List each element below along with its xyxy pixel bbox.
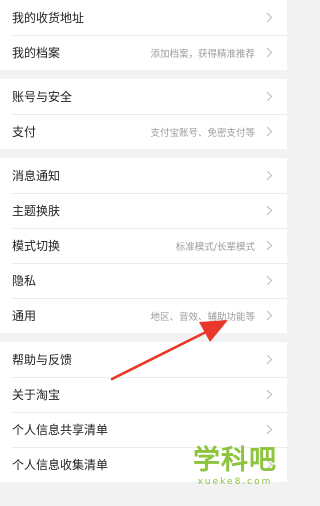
settings-item-label: 关于淘宝: [12, 388, 61, 402]
settings-item-label: 隐私: [12, 274, 37, 288]
chevron-right-icon: [263, 169, 275, 183]
chevron-right-icon: [263, 353, 275, 367]
settings-item-privacy[interactable]: 隐私: [0, 263, 287, 298]
settings-item-payment[interactable]: 支付 支付宝账号、免密支付等: [0, 114, 287, 149]
settings-item-hint: 添加档案，获得精准推荐: [150, 48, 255, 60]
settings-item-general[interactable]: 通用 地区、音效、辅助功能等: [0, 298, 287, 333]
settings-item-theme[interactable]: 主题换肤: [0, 193, 287, 228]
settings-item-label: 支付: [12, 125, 37, 139]
settings-item-hint: 地区、音效、辅助功能等: [150, 311, 255, 323]
chevron-right-icon: [263, 309, 275, 323]
settings-item-my-profile[interactable]: 我的档案 添加档案，获得精准推荐: [0, 35, 287, 70]
settings-item-hint: 支付宝账号、免密支付等: [150, 127, 255, 139]
chevron-right-icon: [263, 204, 275, 218]
settings-item-label: 帮助与反馈: [12, 353, 73, 367]
chevron-right-icon: [263, 125, 275, 139]
chevron-right-icon: [263, 239, 275, 253]
settings-item-label: 消息通知: [12, 169, 61, 183]
group-account-payment: 账号与安全 支付 支付宝账号、免密支付等: [0, 79, 287, 149]
settings-item-about-taobao[interactable]: 关于淘宝: [0, 377, 287, 412]
group-address-profile: 我的收货地址 我的档案 添加档案，获得精准推荐: [0, 0, 287, 70]
settings-item-mode-switch[interactable]: 模式切换 标准模式/长辈模式: [0, 228, 287, 263]
group-preferences: 消息通知 主题换肤 模式切换 标准模式/长辈模式 隐私 通用 地区、音效、辅助功…: [0, 158, 287, 333]
chevron-right-icon: [263, 388, 275, 402]
watermark-url: xueke8.com: [197, 477, 273, 487]
section-divider: [0, 149, 287, 158]
settings-item-label: 模式切换: [12, 239, 61, 253]
chevron-right-icon: [263, 90, 275, 104]
settings-item-label: 我的收货地址: [12, 11, 85, 25]
settings-item-label: 我的档案: [12, 46, 61, 60]
chevron-right-icon: [263, 274, 275, 288]
settings-item-label: 通用: [12, 309, 37, 323]
chevron-right-icon: [263, 46, 275, 60]
chevron-right-icon: [263, 11, 275, 25]
settings-item-notifications[interactable]: 消息通知: [0, 158, 287, 193]
settings-item-label: 账号与安全: [12, 90, 73, 104]
settings-item-label: 个人信息收集清单: [12, 458, 109, 472]
settings-item-hint: 标准模式/长辈模式: [175, 241, 255, 253]
chevron-right-icon: [263, 423, 275, 437]
section-divider: [0, 70, 287, 79]
settings-item-shipping-address[interactable]: 我的收货地址: [0, 0, 287, 35]
settings-item-label: 个人信息共享清单: [12, 423, 109, 437]
watermark-title: 学科吧: [193, 445, 277, 476]
watermark-logo: 学科吧 xueke8.com: [189, 446, 281, 488]
settings-item-account-security[interactable]: 账号与安全: [0, 79, 287, 114]
section-divider: [0, 333, 287, 342]
settings-item-help-feedback[interactable]: 帮助与反馈: [0, 342, 287, 377]
settings-item-info-sharing-list[interactable]: 个人信息共享清单: [0, 412, 287, 447]
settings-item-label: 主题换肤: [12, 204, 61, 218]
